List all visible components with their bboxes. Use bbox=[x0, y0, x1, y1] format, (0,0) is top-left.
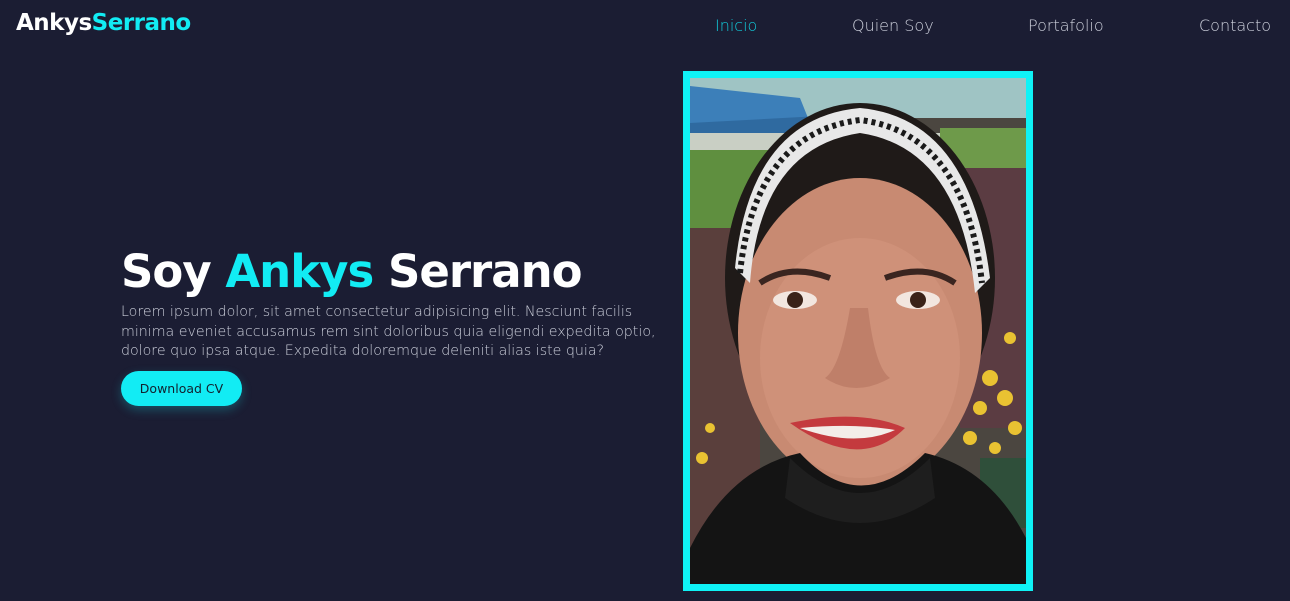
logo-link[interactable]: AnkysSerrano bbox=[16, 10, 191, 36]
profile-photo bbox=[683, 71, 1033, 591]
hero-title: Soy Ankys Serrano bbox=[121, 243, 661, 301]
hero-description: Lorem ipsum dolor, sit amet consectetur … bbox=[121, 304, 656, 359]
nav-link-quien-soy[interactable]: Quien Soy bbox=[852, 16, 934, 35]
logo-last-name: Serrano bbox=[91, 10, 192, 36]
page: AnkysSerrano Inicio Quien Soy Portafolio… bbox=[0, 0, 1290, 601]
portrait-image bbox=[690, 78, 1026, 584]
hero-title-name: Ankys bbox=[225, 245, 374, 298]
download-cv-button[interactable]: Download CV bbox=[121, 370, 242, 406]
nav-link-portafolio[interactable]: Portafolio bbox=[1028, 16, 1104, 35]
nav-link-contacto[interactable]: Contacto bbox=[1199, 16, 1271, 35]
logo-first-name: Ankys bbox=[16, 10, 92, 36]
hero-title-surname: Serrano bbox=[387, 245, 583, 298]
hero-title-prefix: Soy bbox=[121, 245, 212, 298]
nav-link-inicio[interactable]: Inicio bbox=[715, 16, 757, 35]
hero-section: Soy Ankys Serrano Lorem ipsum dolor, sit… bbox=[121, 243, 661, 406]
site-header: AnkysSerrano Inicio Quien Soy Portafolio… bbox=[0, 0, 1290, 54]
